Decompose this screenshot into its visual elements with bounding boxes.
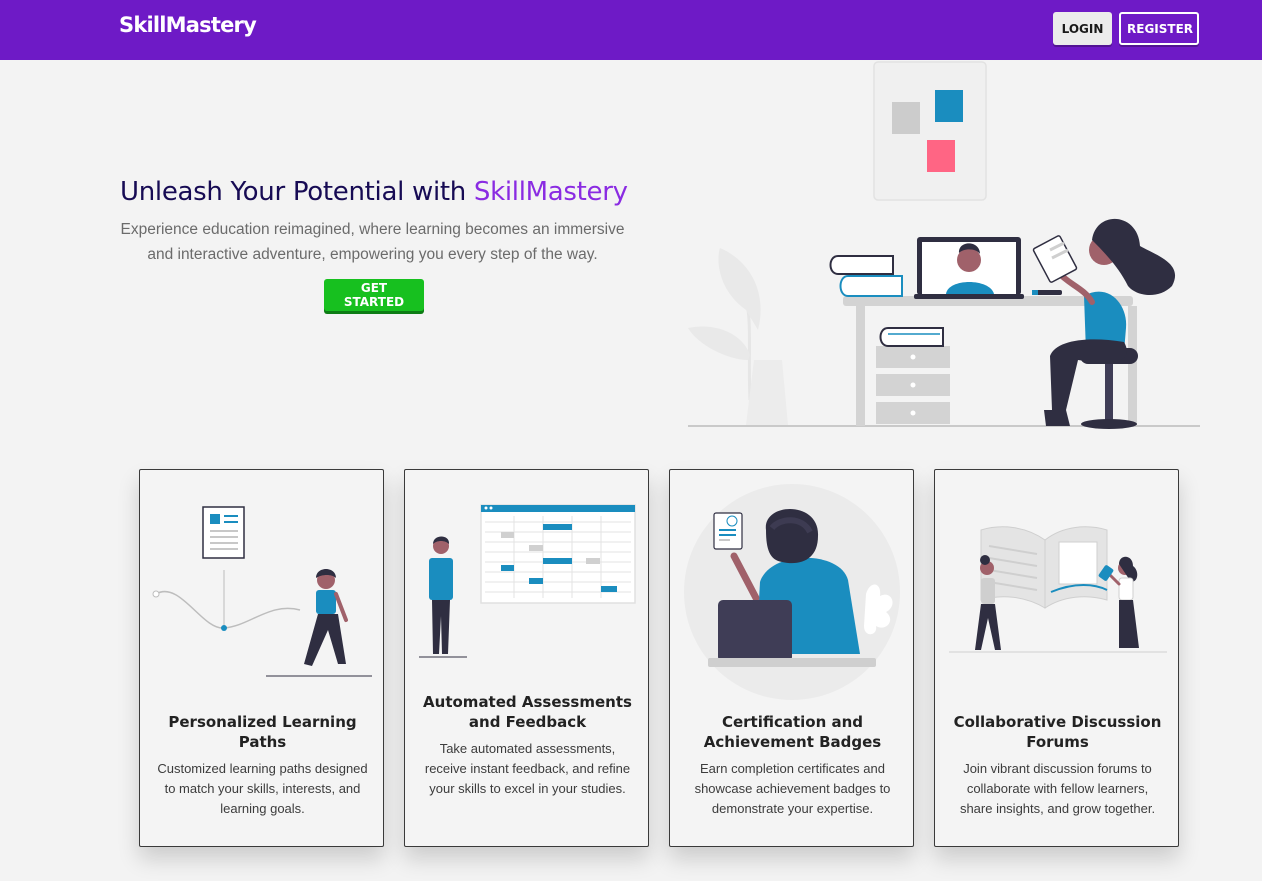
feature-card-automated-assessments[interactable]: Automated Assessments and Feedback Take … — [404, 469, 649, 847]
top-navbar: SkillMastery LOGIN REGISTER — [0, 0, 1262, 60]
feature-card-personalized-paths[interactable]: Personalized Learning Paths Customized l… — [139, 469, 384, 847]
feature-description: Earn completion certificates and showcas… — [694, 761, 891, 816]
brand-logo[interactable]: SkillMastery — [119, 13, 257, 37]
learning-path-illustration — [152, 506, 372, 677]
get-started-button[interactable]: GET STARTED — [324, 279, 424, 311]
login-button[interactable]: LOGIN — [1053, 12, 1112, 45]
feature-description: Customized learning paths designed to ma… — [157, 761, 368, 816]
feature-title: Certification and Achievement Badges — [703, 713, 882, 751]
online-class-illustration — [688, 61, 1200, 429]
feature-title: Collaborative Discussion Forums — [953, 713, 1162, 751]
feature-card-discussion-forums[interactable]: Collaborative Discussion Forums Join vib… — [934, 469, 1179, 847]
feature-title: Personalized Learning Paths — [168, 713, 357, 751]
hero-title-accent: SkillMastery — [473, 177, 628, 207]
assessment-schedule-illustration — [419, 504, 636, 658]
register-button[interactable]: REGISTER — [1119, 12, 1199, 45]
feature-card-certification[interactable]: Certification and Achievement Badges Ear… — [669, 469, 914, 847]
hero-subtitle: Experience education reimagined, where l… — [120, 221, 625, 263]
feature-description: Take automated assessments, receive inst… — [424, 741, 631, 796]
feature-title: Automated Assessments and Feedback — [423, 693, 632, 731]
hero-title-main: Unleash Your Potential with — [120, 177, 474, 207]
certificate-illustration — [684, 484, 900, 700]
feature-description: Join vibrant discussion forums to collab… — [959, 761, 1156, 816]
forum-book-illustration — [949, 526, 1167, 653]
hero-title: Unleash Your Potential with SkillMastery — [120, 177, 628, 207]
